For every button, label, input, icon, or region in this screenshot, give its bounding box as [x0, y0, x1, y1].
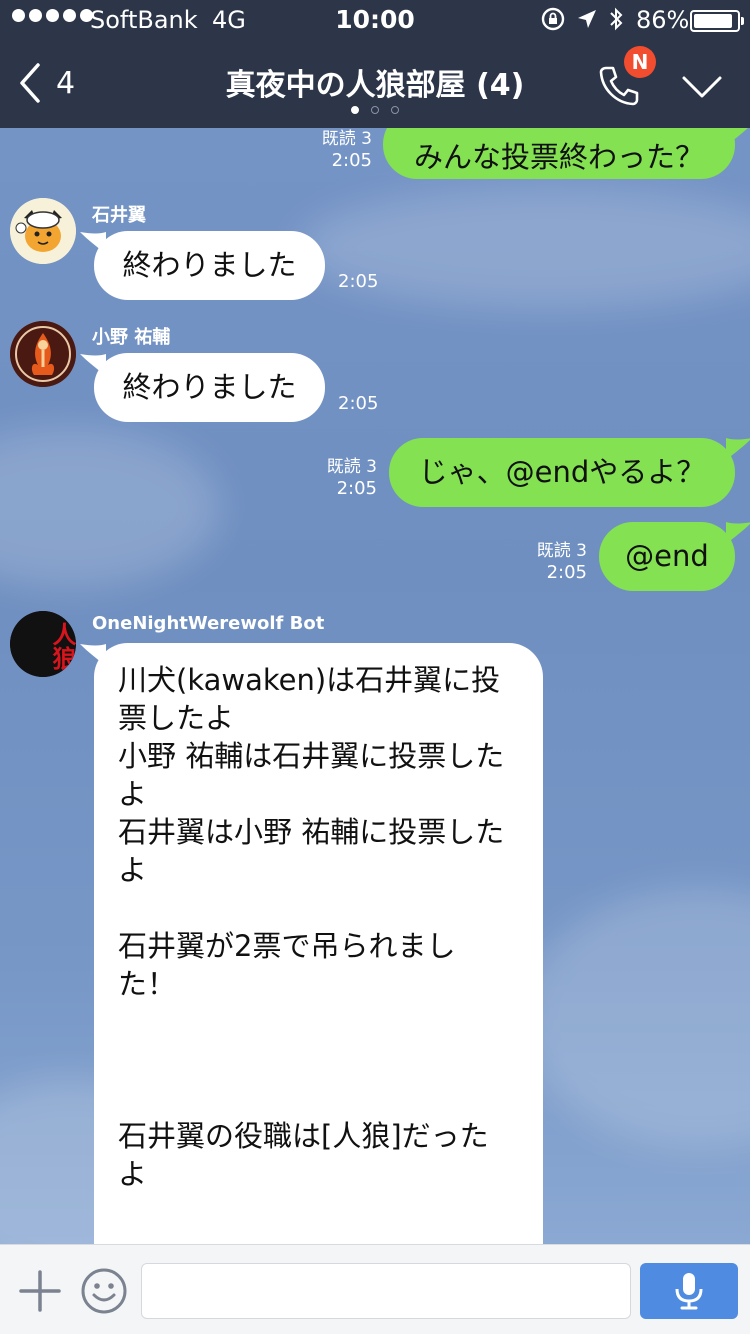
- sender-name: 石井翼: [92, 205, 146, 226]
- outgoing-message[interactable]: みんな投票終わった？: [383, 128, 735, 179]
- message-text: @end: [625, 539, 709, 573]
- read-receipt: 既読 3: [536, 541, 587, 561]
- bluetooth-icon: [610, 7, 623, 31]
- bot-message-line: [118, 1041, 519, 1079]
- bot-message-line: [118, 1079, 519, 1117]
- plus-button[interactable]: [18, 1269, 62, 1313]
- message-meta: 既読 3 2:05: [305, 456, 377, 500]
- sender-name: OneNightWerewolf Bot: [92, 613, 325, 634]
- bubble-tail: [726, 522, 750, 544]
- notification-badge: N: [624, 46, 656, 78]
- bot-message-line: よ: [118, 777, 148, 811]
- bot-message[interactable]: 川犬(kawaken)は石井翼に投 票したよ 小野 祐輔は石井翼に投票したよ石井翼は…: [94, 643, 543, 1244]
- message-input[interactable]: [141, 1263, 631, 1319]
- message-time: 2:05: [336, 478, 377, 499]
- bot-message-line: よ: [118, 1157, 148, 1191]
- menu-button[interactable]: [680, 72, 724, 102]
- bubble-tail: [726, 438, 750, 460]
- avatar[interactable]: [10, 198, 76, 264]
- bot-avatar[interactable]: 人狼: [10, 611, 76, 677]
- bot-message-text: 川犬(kawaken)は石井翼に投 票したよ 小野 祐輔は石井翼に投票したよ石井翼は…: [118, 661, 519, 1244]
- message-meta: 既読 3 2:05: [300, 128, 372, 172]
- outgoing-message[interactable]: じゃ、@endやるよ？: [389, 438, 735, 507]
- input-bar: [0, 1244, 750, 1334]
- emoji-button[interactable]: [80, 1267, 128, 1315]
- battery-icon: [690, 10, 744, 32]
- plus-icon: [19, 1270, 61, 1312]
- bot-message-line: [118, 1231, 519, 1244]
- emoji-icon: [81, 1268, 127, 1314]
- avatar[interactable]: [10, 321, 76, 387]
- page-indicator: [351, 106, 399, 114]
- rotation-lock-icon: [541, 7, 565, 31]
- message-time: 2:05: [338, 271, 379, 292]
- message-time: 2:05: [338, 393, 379, 414]
- chat-area[interactable]: 既読 3 2:05 みんな投票終わった？ 石井翼 終わりました 2:05 小野 …: [0, 128, 750, 1244]
- bot-message-line: [118, 1003, 519, 1041]
- mic-button[interactable]: [640, 1263, 738, 1319]
- message-text: じゃ、@endやるよ？: [418, 455, 706, 489]
- cat-mascot-avatar-icon: [10, 198, 76, 264]
- bot-message-line: [118, 889, 519, 927]
- read-receipt: 既読 3: [321, 129, 372, 149]
- bot-message-line: 石井翼の役職は[人狼]だった: [118, 1119, 489, 1153]
- battery-percent: 86%: [636, 6, 690, 34]
- incoming-message[interactable]: 終わりました: [94, 353, 325, 422]
- bot-message-line: 小野 祐輔は石井翼に投票した: [118, 739, 505, 773]
- message-text: 終わりました: [122, 248, 297, 282]
- chat-header: SoftBank 4G 10:00 86% 4 真夜中の人狼部屋 (4) N: [0, 0, 750, 128]
- bot-message-line: 石井翼が2票で吊られまし: [118, 929, 456, 963]
- chevron-down-icon: [682, 76, 722, 98]
- location-icon: [578, 10, 596, 28]
- incoming-message[interactable]: 終わりました: [94, 231, 325, 300]
- bot-message-line: 票したよ: [118, 701, 235, 735]
- message-meta: 既読 3 2:05: [515, 540, 587, 584]
- bot-message-line: よ: [118, 853, 148, 887]
- flame-figure-avatar-icon: [10, 321, 76, 387]
- status-icons: [540, 6, 624, 32]
- bot-message-line: [118, 1193, 519, 1231]
- message-text: 終わりました: [122, 370, 297, 404]
- bot-message-line: 石井翼は小野 祐輔に投票した: [118, 815, 505, 849]
- message-time: 2:05: [331, 150, 372, 171]
- sender-name: 小野 祐輔: [92, 327, 171, 348]
- bot-message-line: た！: [118, 967, 177, 1001]
- microphone-icon: [675, 1273, 703, 1310]
- bot-avatar-text: 人狼: [48, 622, 76, 670]
- status-bar: SoftBank 4G 10:00 86%: [0, 0, 750, 40]
- read-receipt: 既読 3: [326, 457, 377, 477]
- bot-message-line: 川犬(kawaken)は石井翼に投: [118, 663, 501, 697]
- message-text: みんな投票終わった？: [413, 140, 704, 174]
- outgoing-message[interactable]: @end: [599, 522, 735, 591]
- message-time: 2:05: [546, 562, 587, 583]
- bubble-tail: [726, 128, 748, 146]
